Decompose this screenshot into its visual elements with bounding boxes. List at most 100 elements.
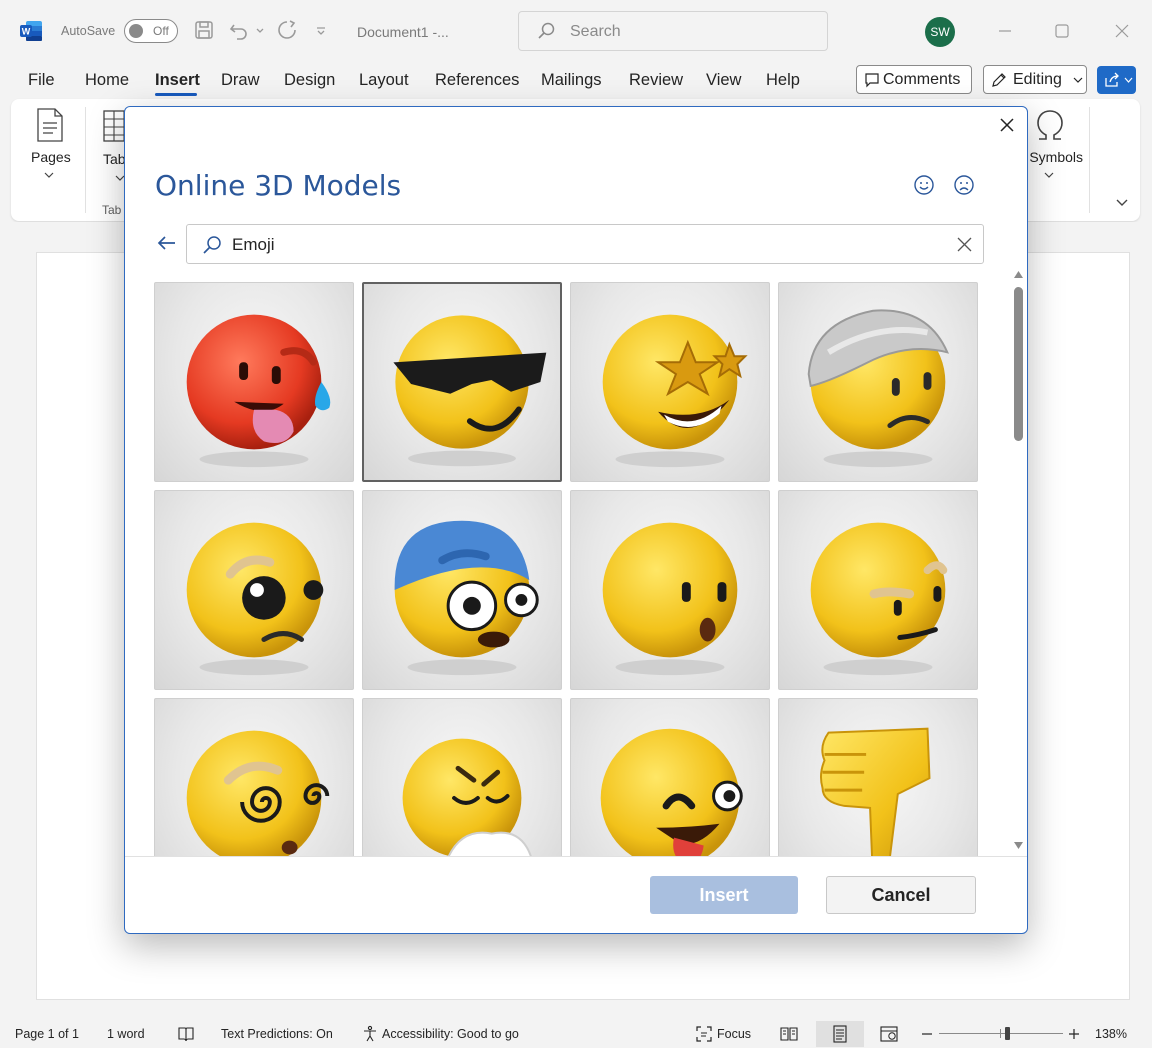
sneezing-face-3d-model xyxy=(402,738,532,856)
accessibility-icon[interactable] xyxy=(361,1025,379,1043)
zoom-in-icon[interactable] xyxy=(1065,1025,1083,1043)
model-tile-surprised-face[interactable] xyxy=(570,490,770,690)
redo-icon[interactable] xyxy=(276,19,298,41)
web-layout-icon[interactable] xyxy=(880,1025,898,1043)
omega-symbol-icon[interactable] xyxy=(1035,109,1065,141)
clear-search-icon[interactable] xyxy=(956,236,973,253)
insert-button[interactable]: Insert xyxy=(650,876,798,914)
tab-mailings[interactable]: Mailings xyxy=(541,71,602,90)
autosave-toggle[interactable]: Off xyxy=(124,19,178,43)
customize-toolbar-icon[interactable] xyxy=(314,19,328,41)
undo-icon[interactable] xyxy=(228,19,250,41)
text-predictions-status[interactable]: Text Predictions: On xyxy=(221,1027,333,1041)
accessibility-status[interactable]: Accessibility: Good to go xyxy=(382,1027,519,1041)
comments-button[interactable]: Comments xyxy=(856,65,972,94)
online-3d-models-dialog: Online 3D Models Emoji Insert Cancel xyxy=(124,106,1028,934)
surprised-face-3d-model xyxy=(602,522,738,676)
model-search-input[interactable]: Emoji xyxy=(186,224,984,264)
word-app-icon: W xyxy=(20,21,42,41)
comment-icon xyxy=(865,73,879,88)
smile-feedback-icon[interactable] xyxy=(913,174,935,196)
pencil-icon xyxy=(992,73,1006,87)
maximize-icon[interactable] xyxy=(1050,19,1074,43)
focus-label[interactable]: Focus xyxy=(717,1027,751,1041)
model-tile-hot-face[interactable] xyxy=(154,282,354,482)
active-tab-indicator xyxy=(155,93,197,96)
chevron-down-icon xyxy=(1124,77,1133,83)
tab-help[interactable]: Help xyxy=(766,71,800,90)
document-name[interactable]: Document1 -... xyxy=(357,24,449,40)
read-mode-icon[interactable] xyxy=(780,1025,798,1043)
autosave-label: AutoSave xyxy=(61,24,116,38)
zoom-out-icon[interactable] xyxy=(918,1025,936,1043)
close-window-icon[interactable] xyxy=(1110,19,1134,43)
tab-file[interactable]: File xyxy=(28,71,55,90)
tab-design[interactable]: Design xyxy=(284,71,335,90)
pages-icon[interactable] xyxy=(35,107,65,143)
ribbon-separator xyxy=(85,107,86,213)
print-layout-icon[interactable] xyxy=(831,1025,849,1043)
sunglasses-face-3d-model xyxy=(393,315,547,467)
tab-layout[interactable]: Layout xyxy=(359,71,409,90)
close-icon[interactable] xyxy=(997,115,1017,135)
model-tile-dizzy-face[interactable] xyxy=(154,698,354,856)
model-tile-raised-eyebrow-face[interactable] xyxy=(778,490,978,690)
zoom-slider-thumb[interactable] xyxy=(1005,1027,1011,1040)
comments-label: Comments xyxy=(883,71,961,88)
ribbon-expand-chevron-icon[interactable] xyxy=(1115,198,1129,208)
svg-text:W: W xyxy=(22,27,31,37)
editing-mode-button[interactable]: Editing xyxy=(983,65,1087,94)
zany-face-3d-model xyxy=(600,728,743,856)
tab-view[interactable]: View xyxy=(706,71,741,90)
model-tile-thumbs-down[interactable] xyxy=(778,698,978,856)
table-label[interactable]: Tab xyxy=(103,151,126,167)
back-arrow-icon[interactable] xyxy=(155,231,179,255)
model-tile-sneezing-face[interactable] xyxy=(362,698,562,856)
status-bar: Page 1 of 1 1 word Text Predictions: On … xyxy=(0,1020,1152,1048)
model-tile-star-struck-face[interactable] xyxy=(570,282,770,482)
page-count[interactable]: Page 1 of 1 xyxy=(15,1027,79,1041)
symbols-label[interactable]: Symbols xyxy=(1019,149,1083,165)
cancel-button[interactable]: Cancel xyxy=(826,876,976,914)
model-tile-pleading-face[interactable] xyxy=(154,490,354,690)
scrollbar-thumb[interactable] xyxy=(1014,287,1023,441)
model-tile-sunglasses-face[interactable] xyxy=(362,282,562,482)
search-query: Emoji xyxy=(232,235,275,254)
pages-label[interactable]: Pages xyxy=(31,149,71,165)
minimize-icon[interactable] xyxy=(993,19,1017,43)
tab-insert[interactable]: Insert xyxy=(155,71,200,90)
scroll-down-arrow-icon[interactable] xyxy=(1013,841,1024,851)
chevron-down-icon[interactable] xyxy=(44,171,54,179)
raised-eyebrow-face-3d-model xyxy=(810,522,948,676)
avatar[interactable]: SW xyxy=(925,17,955,47)
word-count[interactable]: 1 word xyxy=(107,1027,145,1041)
focus-mode-icon[interactable] xyxy=(695,1025,713,1043)
model-tile-cold-cap-face[interactable] xyxy=(362,490,562,690)
zoom-level[interactable]: 138% xyxy=(1095,1027,1127,1041)
thumbs-down-3d-model xyxy=(819,727,931,856)
proofing-book-icon[interactable] xyxy=(177,1025,195,1043)
frown-feedback-icon[interactable] xyxy=(953,174,975,196)
model-tile-zany-face[interactable] xyxy=(570,698,770,856)
title-search-box[interactable]: Search xyxy=(518,11,828,51)
share-button[interactable] xyxy=(1097,66,1136,94)
star-struck-face-3d-model xyxy=(602,314,748,468)
tab-references[interactable]: References xyxy=(435,71,519,90)
model-tile-bandaged-face[interactable] xyxy=(778,282,978,482)
undo-dropdown-chevron-icon[interactable] xyxy=(254,19,266,41)
tab-home[interactable]: Home xyxy=(85,71,129,90)
save-icon[interactable] xyxy=(193,19,215,41)
tab-review[interactable]: Review xyxy=(629,71,683,90)
tables-group-label: Tab xyxy=(102,203,122,217)
zoom-slider-center-mark xyxy=(1000,1029,1001,1038)
scroll-up-arrow-icon[interactable] xyxy=(1013,269,1024,279)
autosave-state: Off xyxy=(153,24,169,38)
tab-draw[interactable]: Draw xyxy=(221,71,260,90)
hot-face-3d-model xyxy=(186,314,331,468)
dialog-footer-divider xyxy=(125,856,1027,857)
dialog-title: Online 3D Models xyxy=(155,169,402,202)
zoom-slider-track[interactable] xyxy=(939,1033,1063,1034)
chevron-down-icon[interactable] xyxy=(1044,171,1054,179)
search-icon xyxy=(203,236,221,254)
cold-cap-face-3d-model xyxy=(394,520,539,676)
